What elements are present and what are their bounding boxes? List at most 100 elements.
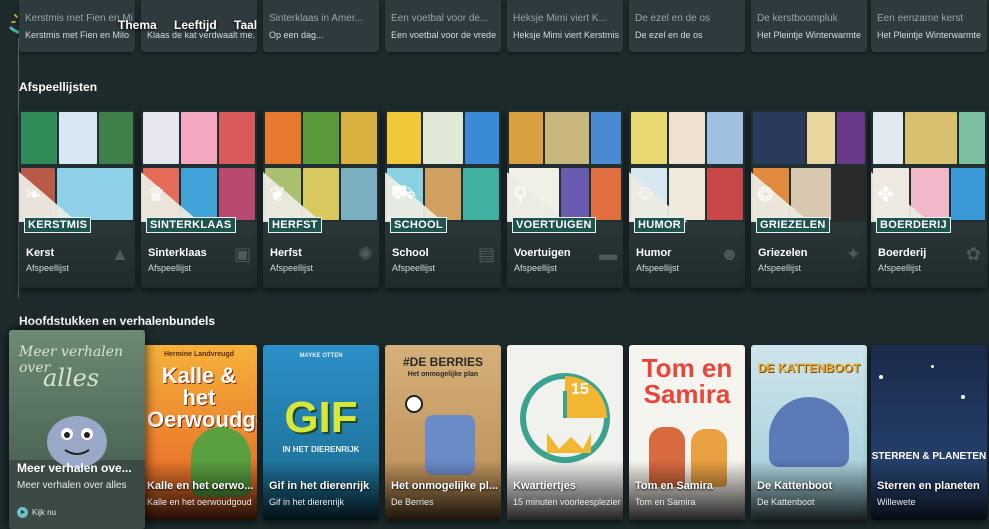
book-card-sterren[interactable]: STERREN & PLANETEN Sterren en planeten W…: [871, 345, 987, 520]
section-title-playlists: Afspeellijsten: [19, 80, 98, 94]
face-icon: ☻: [720, 244, 739, 264]
playlist-card-voertuigen[interactable]: ⚲ VOERTUIGEN Voertuigen Afspeellijst ▬: [507, 110, 623, 288]
book-card-kattenboot[interactable]: DE KATTENBOOT De Kattenboot De Kattenboo…: [751, 345, 867, 520]
cover-title: #DE BERRIES: [402, 355, 484, 369]
pumpkin-icon: ❂: [757, 184, 774, 206]
playlist-name: Humor: [636, 247, 672, 259]
playlist-badge: HERFST: [268, 217, 322, 233]
bike-icon: ⚲: [513, 184, 528, 206]
book-name: Tom en Samira: [635, 480, 714, 492]
playlist-subtitle: Afspeellijst: [878, 263, 922, 273]
top-card[interactable]: Sinterklaas in Amer... Op een dag...: [263, 0, 379, 52]
mitre-icon: ♛: [147, 184, 165, 206]
leaf-icon: ❧: [25, 184, 42, 206]
cow-icon: ✿: [965, 244, 981, 264]
nav-thema[interactable]: Thema: [118, 18, 157, 32]
nav-taal[interactable]: Taal: [234, 18, 257, 32]
top-card[interactable]: Heksje Mimi viert K... Heksje Mimi viert…: [507, 0, 623, 52]
book-card-meer-verhalen-focused[interactable]: Meer verhalen over alles Meer verhalen o…: [9, 330, 145, 529]
book-card-kalle[interactable]: Hermine Landvreugd Kalle & het Oerwoudgo…: [141, 345, 257, 520]
section-title-chapters: Hoofdstukken en verhalenbundels: [19, 314, 216, 328]
book-subtitle: De Kattenboot: [757, 497, 815, 507]
playlist-card-herfst[interactable]: ❦ HERFST Herfst Afspeellijst ✺: [263, 110, 379, 288]
cover-title: DE KATTENBOOT: [757, 361, 861, 375]
book-subtitle: De Berries: [391, 497, 434, 507]
top-card-title: Een voetbal voor de...: [391, 13, 489, 24]
playlist-badge: SCHOOL: [390, 217, 447, 233]
cover-subtitle: IN HET DIERENRIJK: [282, 445, 360, 454]
playlist-badge: VOERTUIGEN: [512, 217, 596, 233]
playlist-name: Boerderij: [878, 247, 927, 259]
book-name: Sterren en planeten: [877, 480, 980, 492]
top-card-subtitle: Het Pleintje Winterwarmte: [757, 30, 862, 40]
play-label[interactable]: Kijk nu: [32, 508, 56, 517]
book-card-berries[interactable]: #DE BERRIES Het onmogelijke plan Het onm…: [385, 345, 501, 520]
playlist-subtitle: Afspeellijst: [392, 263, 436, 273]
playlist-badge: BOERDERIJ: [876, 217, 951, 233]
playlist-name: School: [392, 247, 429, 259]
playlist-card-humor[interactable]: ☺ HUMOR Humor Afspeellijst ☻: [629, 110, 745, 288]
top-card-subtitle: Een voetbal voor de vrede: [391, 30, 497, 40]
book-subtitle: Willewete: [877, 497, 916, 507]
book-subtitle: Kalle en het oerwoudgoud: [147, 497, 252, 507]
top-card-subtitle: Op een dag...: [269, 30, 324, 40]
top-card-subtitle: Heksje Mimi viert Kerstmis: [513, 30, 620, 40]
cover-subtitle: Het onmogelijke plan: [407, 371, 479, 378]
book-subtitle: 15 minuten voorleesplezier: [513, 497, 621, 507]
book-name: De Kattenboot: [757, 480, 833, 492]
playlist-name: Voertuigen: [514, 247, 571, 259]
top-card[interactable]: Een eenzame kerst Het Pleintje Winterwar…: [871, 0, 987, 52]
top-card[interactable]: De ezel en de os De ezel en de os: [629, 0, 745, 52]
playlist-name: Sinterklaas: [148, 247, 207, 259]
tree-icon: ▲: [111, 244, 129, 264]
top-card-subtitle: Het Pleintje Winterwarmte: [877, 30, 982, 40]
book-card-gif[interactable]: MAYKE OTTEN GIF IN HET DIERENRIJK Gif in…: [263, 345, 379, 520]
top-card-title: Een eenzame kerst: [877, 13, 964, 24]
cover-author: Hermine Landvreugd: [163, 351, 234, 358]
playlist-name: Kerst: [26, 247, 55, 259]
playlist-subtitle: Afspeellijst: [758, 263, 802, 273]
bat-icon: ✦: [845, 244, 861, 264]
cover-title: Kalle & het Oerwoudgoud: [147, 363, 257, 432]
book-name: Het onmogelijke pl...: [391, 480, 498, 492]
playlist-badge: KERSTMIS: [24, 217, 92, 233]
book-card-tom-en-samira[interactable]: Tom en Samira Tom en Samira Tom en Samir…: [629, 345, 745, 520]
playlist-subtitle: Afspeellijst: [636, 263, 680, 273]
monster-illustration: [47, 416, 107, 468]
play-icon[interactable]: [17, 507, 28, 518]
nav-leeftijd[interactable]: Leeftijd: [174, 18, 217, 32]
top-card-title: De kerstboompluk: [757, 13, 838, 24]
cover-author: MAYKE OTTEN: [299, 353, 343, 359]
leaf-icon: ❦: [269, 184, 286, 206]
playlist-card-griezelen[interactable]: ❂ GRIEZELEN Griezelen Afspeellijst ✦: [751, 110, 867, 288]
playlist-card-boerderij[interactable]: ✤ BOERDERIJ Boerderij Afspeellijst ✿: [871, 110, 987, 288]
playlist-card-kerst[interactable]: ❧ KERSTMIS Kerst Afspeellijst ▲: [19, 110, 135, 288]
book-subtitle: Gif in het dierenrijk: [269, 497, 345, 507]
playlist-card-sinterklaas[interactable]: ♛ SINTERKLAAS Sinterklaas Afspeellijst ▣: [141, 110, 257, 288]
book-card-kwartiertjes[interactable]: 15 Kwartiertjes 15 minuten voorleesplezi…: [507, 345, 623, 520]
book-subtitle: Tom en Samira: [635, 497, 696, 507]
top-card-title: Heksje Mimi viert K...: [513, 13, 607, 24]
clock-icon: [520, 373, 610, 463]
playlist-subtitle: Afspeellijst: [26, 263, 70, 273]
car-icon: ▬: [599, 244, 617, 264]
top-card-title: Kerstmis met Fien en Milo: [25, 13, 133, 24]
playlist-name: Herfst: [270, 247, 302, 259]
top-card[interactable]: Een voetbal voor de... Een voetbal voor …: [385, 0, 501, 52]
smile-icon: ☺: [635, 182, 656, 204]
book-name: Kwartiertjes: [513, 480, 576, 492]
top-card[interactable]: De kerstboompluk Het Pleintje Winterwarm…: [751, 0, 867, 52]
cover-title: Tom en Samira: [641, 353, 733, 409]
playlist-subtitle: Afspeellijst: [514, 263, 558, 273]
cover-title-line2: alles: [43, 364, 100, 392]
book-subtitle: Meer verhalen over alles: [17, 480, 127, 491]
playlist-name: Griezelen: [758, 247, 808, 259]
hedgehog-icon: ✺: [357, 244, 373, 264]
cover-title: GIF: [284, 393, 358, 442]
playlist-subtitle: Afspeellijst: [148, 263, 192, 273]
cover-number: 15: [571, 381, 589, 398]
playlist-card-school[interactable]: ⛟ SCHOOL School Afspeellijst ▤: [385, 110, 501, 288]
playlist-subtitle: Afspeellijst: [270, 263, 314, 273]
book-icon: ▤: [477, 244, 495, 264]
top-card-title: De ezel en de os: [635, 13, 711, 24]
